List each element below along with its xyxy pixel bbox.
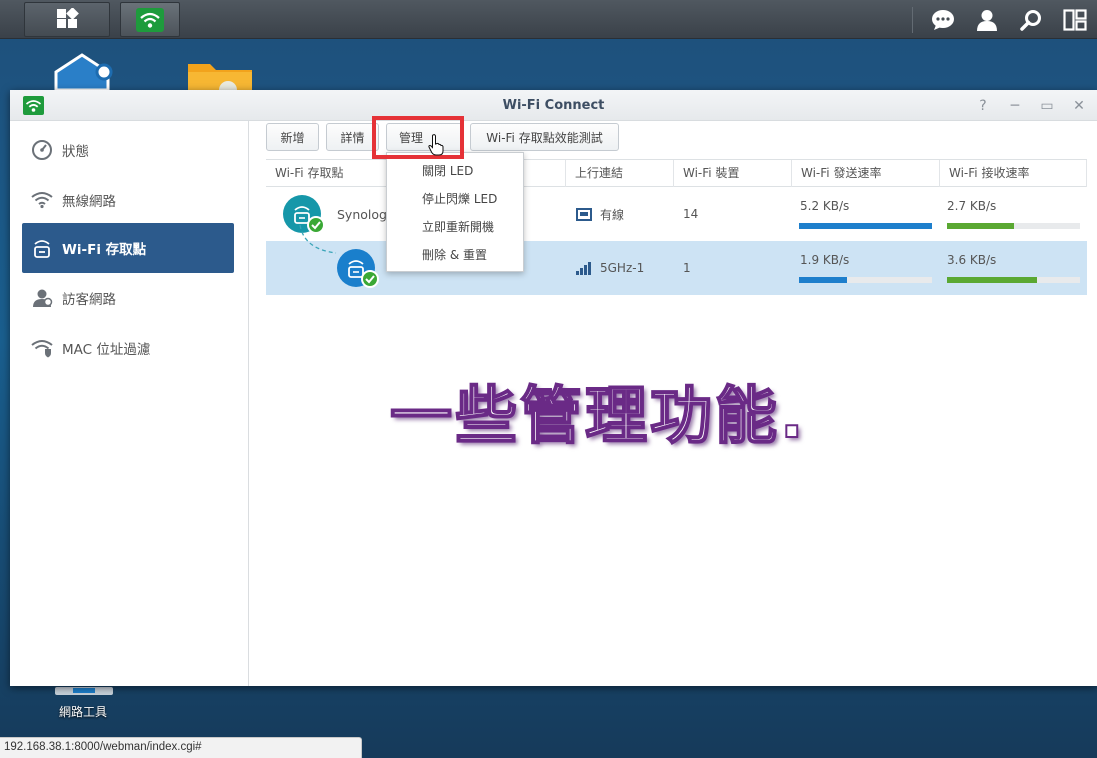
ethernet-icon — [576, 208, 592, 221]
search-button[interactable] — [1009, 0, 1053, 39]
column-header-uplink[interactable]: 上行連結 — [566, 160, 674, 187]
rx-bar-fill — [947, 277, 1038, 283]
row-devices: 1 — [683, 261, 691, 275]
sidebar-item-guest[interactable]: 訪客網路 — [22, 273, 234, 323]
wifi-icon — [30, 188, 54, 212]
sidebar-item-label: 訪客網路 — [62, 292, 116, 308]
menu-item-disable-led[interactable]: 關閉 LED — [387, 157, 523, 185]
main-menu-button[interactable] — [24, 2, 110, 37]
gauge-icon — [30, 138, 54, 162]
desktop-network-tool-label: 網路工具 — [58, 705, 107, 719]
uplink-label: 5GHz-1 — [600, 261, 645, 275]
tx-bar-fill — [799, 277, 847, 283]
row-tx-rate: 1.9 KB/s — [800, 253, 850, 267]
user-menu-button[interactable] — [965, 0, 1009, 39]
taskbar-tray — [912, 0, 1097, 39]
browser-status-bar: 192.168.38.1:8000/webman/index.cgi# — [0, 737, 362, 758]
window-controls: ? ─ ▭ ✕ — [967, 94, 1095, 118]
rx-bar-fill — [947, 223, 1014, 229]
menu-item-delete-reset[interactable]: 刪除 & 重置 — [387, 241, 523, 269]
close-button[interactable]: ✕ — [1063, 94, 1095, 118]
access-point-icon — [337, 249, 379, 288]
row-devices: 14 — [683, 207, 699, 221]
tx-bar-fill — [799, 223, 932, 229]
desktop-file-station-icon[interactable] — [188, 60, 254, 99]
help-icon: ? — [979, 98, 987, 114]
user-icon — [977, 9, 997, 31]
uplink-label: 有線 — [600, 207, 625, 222]
window-titlebar[interactable]: Wi-Fi Connect ? ─ ▭ ✕ — [10, 90, 1097, 121]
maximize-button[interactable]: ▭ — [1031, 94, 1063, 118]
add-button[interactable]: 新增 — [266, 123, 319, 151]
main-menu-icon — [57, 7, 79, 28]
column-header-tx[interactable]: Wi-Fi 發送速率 — [792, 160, 940, 187]
signal-bars-icon — [576, 261, 591, 275]
tx-bar — [799, 277, 932, 283]
mesh-link-line — [299, 224, 337, 254]
manage-dropdown-menu: 關閉 LED 停止閃爍 LED 立即重新開機 刪除 & 重置 — [386, 152, 524, 272]
sidebar-item-wireless[interactable]: 無線網路 — [22, 175, 234, 225]
sidebar-item-wifi-points[interactable]: Wi-Fi 存取點 — [22, 223, 234, 273]
guest-icon — [30, 286, 54, 310]
hand-cursor-icon — [428, 134, 444, 156]
rx-bar — [947, 223, 1080, 229]
sidebar-item-label: 狀態 — [62, 144, 89, 160]
maximize-icon: ▭ — [1040, 98, 1054, 114]
widgets-icon — [1063, 8, 1087, 31]
wifi-shield-icon — [30, 336, 54, 360]
tx-bar — [799, 223, 932, 229]
sidebar: 狀態 無線網路 Wi-Fi 存取點 訪客網路 MAC 位址過濾 — [10, 121, 249, 686]
sidebar-item-label: Wi-Fi 存取點 — [62, 242, 147, 258]
taskbar — [0, 0, 1097, 39]
menu-item-stop-blink-led[interactable]: 停止閃爍 LED — [387, 185, 523, 213]
minimize-icon: ─ — [1010, 98, 1020, 114]
notifications-button[interactable] — [921, 0, 965, 39]
row-uplink: 有線 — [576, 187, 666, 241]
overlay-caption: 一些管理功能. — [389, 378, 807, 453]
sidebar-item-label: MAC 位址過濾 — [62, 342, 151, 358]
row-tx-rate: 5.2 KB/s — [800, 199, 850, 213]
close-icon: ✕ — [1073, 98, 1085, 114]
window-title: Wi-Fi Connect — [502, 98, 605, 113]
minimize-button[interactable]: ─ — [999, 94, 1031, 118]
menu-item-reboot[interactable]: 立即重新開機 — [387, 213, 523, 241]
router-icon — [30, 236, 54, 260]
desktop-network-tool-icon[interactable] — [55, 686, 113, 700]
row-rx-rate: 2.7 KB/s — [947, 199, 997, 213]
help-button[interactable]: ? — [967, 94, 999, 118]
taskbar-wifi-connect-button[interactable] — [120, 2, 180, 37]
sidebar-item-mac-filter[interactable]: MAC 位址過濾 — [22, 323, 234, 373]
highlight-box — [372, 116, 464, 159]
sidebar-item-status[interactable]: 狀態 — [22, 125, 234, 175]
row-uplink: 5GHz-1 — [576, 241, 676, 295]
column-header-devices[interactable]: Wi-Fi 裝置 — [674, 160, 792, 187]
widgets-button[interactable] — [1053, 0, 1097, 39]
search-icon — [1020, 9, 1041, 31]
row-rx-rate: 3.6 KB/s — [947, 253, 997, 267]
chat-bubble-icon — [932, 9, 954, 30]
desktop-network-center-icon[interactable] — [52, 52, 118, 93]
rx-bar — [947, 277, 1080, 283]
wifi-connect-app-icon — [136, 7, 164, 32]
sidebar-item-label: 無線網路 — [62, 194, 116, 210]
column-header-rx[interactable]: Wi-Fi 接收速率 — [940, 160, 1087, 187]
tray-divider — [912, 6, 913, 33]
speedtest-button[interactable]: Wi-Fi 存取點效能測試 — [470, 123, 619, 151]
